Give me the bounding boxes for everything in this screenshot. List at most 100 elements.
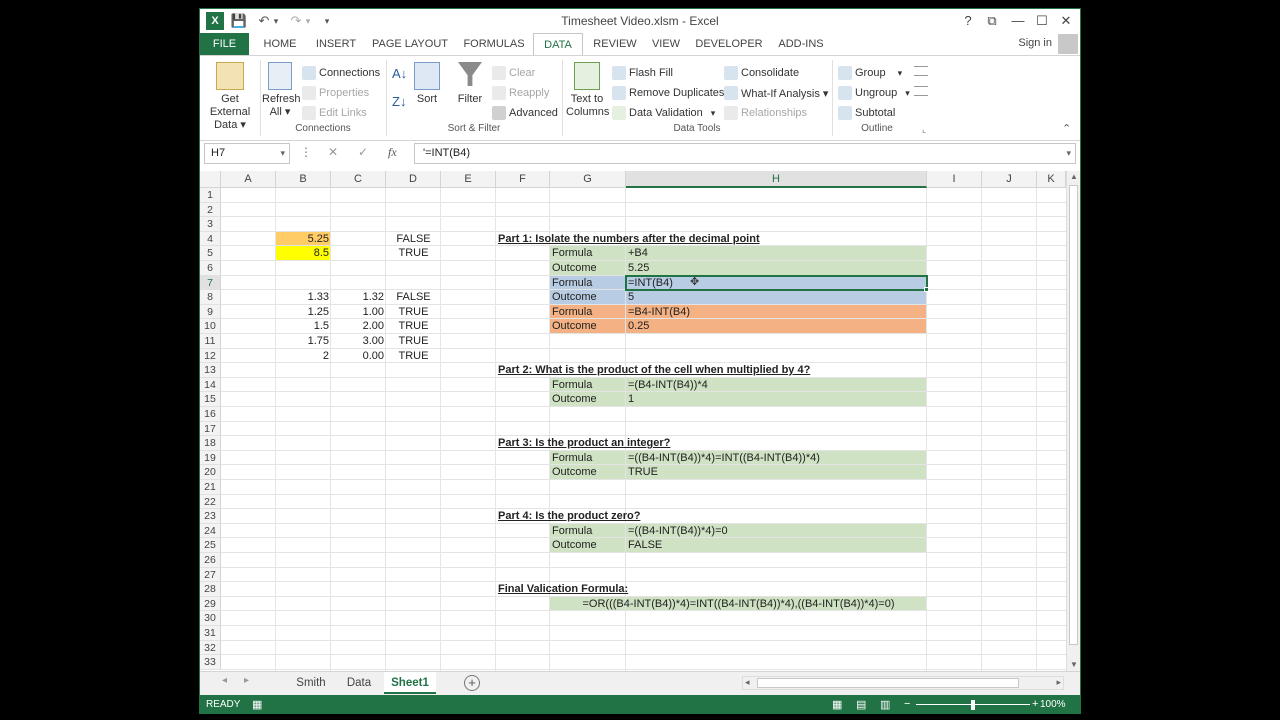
cell-g15[interactable]: Outcome bbox=[550, 392, 626, 407]
macro-recording-icon[interactable]: ▦ bbox=[252, 698, 262, 711]
cell-b11[interactable]: 1.75 bbox=[276, 334, 331, 349]
clear-button[interactable]: Clear bbox=[492, 66, 535, 80]
insert-function-icon[interactable]: fx bbox=[388, 145, 397, 160]
tab-data[interactable]: DATA bbox=[533, 33, 583, 55]
row-header-24[interactable]: 24 bbox=[200, 523, 221, 539]
row-header-10[interactable]: 10 bbox=[200, 319, 221, 334]
column-header-h[interactable]: H bbox=[626, 171, 927, 188]
sheet-tab-data[interactable]: Data bbox=[338, 672, 380, 694]
cell-g19[interactable]: Formula bbox=[550, 451, 626, 466]
row-header-1[interactable]: 1 bbox=[200, 188, 221, 203]
cell-g24[interactable]: Formula bbox=[550, 524, 626, 539]
zoom-out-icon[interactable]: − bbox=[904, 698, 910, 710]
scroll-left-icon[interactable]: ◂ bbox=[745, 677, 750, 688]
tab-page-layout[interactable]: PAGE LAYOUT bbox=[370, 33, 450, 55]
row-header-14[interactable]: 14 bbox=[200, 377, 221, 393]
cancel-icon[interactable]: ✕ bbox=[328, 145, 338, 159]
ribbon-display-options-icon[interactable]: ⧉ bbox=[980, 11, 1004, 31]
collapse-ribbon-icon[interactable]: ⌃ bbox=[1062, 122, 1071, 135]
relationships-button[interactable]: Relationships bbox=[724, 106, 807, 120]
cell-f23[interactable]: Part 4: Is the product zero? bbox=[496, 509, 926, 524]
connections-button[interactable]: Connections bbox=[302, 66, 380, 80]
cell-g8[interactable]: Outcome bbox=[550, 290, 626, 305]
sheet-tab-sheet1[interactable]: Sheet1 bbox=[384, 672, 436, 694]
row-header-12[interactable]: 12 bbox=[200, 348, 221, 364]
close-button[interactable]: ✕ bbox=[1054, 11, 1078, 31]
row-header-27[interactable]: 27 bbox=[200, 567, 221, 583]
cell-d9[interactable]: TRUE bbox=[386, 305, 441, 320]
sheet-tab-smith[interactable]: Smith bbox=[288, 672, 334, 694]
sort-za-icon[interactable]: Z↓ bbox=[392, 94, 406, 109]
cell-h24[interactable]: =((B4-INT(B4))*4)=0 bbox=[626, 524, 927, 539]
row-header-23[interactable]: 23 bbox=[200, 509, 221, 524]
add-sheet-button[interactable]: + bbox=[464, 675, 480, 691]
tab-review[interactable]: REVIEW bbox=[590, 33, 640, 55]
advanced-button[interactable]: Advanced bbox=[492, 106, 558, 120]
hide-detail-icon[interactable] bbox=[914, 86, 928, 96]
cell-c10[interactable]: 2.00 bbox=[331, 319, 386, 334]
row-header-17[interactable]: 17 bbox=[200, 421, 221, 437]
cell-d12[interactable]: TRUE bbox=[386, 349, 441, 364]
properties-button[interactable]: Properties bbox=[302, 86, 369, 100]
row-header-3[interactable]: 3 bbox=[200, 217, 221, 232]
row-header-20[interactable]: 20 bbox=[200, 465, 221, 480]
sign-in-link[interactable]: Sign in bbox=[1018, 37, 1052, 49]
cell-d10[interactable]: TRUE bbox=[386, 319, 441, 334]
cell-c8[interactable]: 1.32 bbox=[331, 290, 386, 305]
cell-c11[interactable]: 3.00 bbox=[331, 334, 386, 349]
reapply-button[interactable]: Reapply bbox=[492, 86, 549, 100]
filter-button[interactable]: Filter bbox=[454, 62, 486, 106]
column-header-i[interactable]: I bbox=[927, 171, 982, 188]
row-header-26[interactable]: 26 bbox=[200, 553, 221, 568]
row-header-28[interactable]: 28 bbox=[200, 582, 221, 597]
cell-h10[interactable]: 0.25 bbox=[626, 319, 927, 334]
column-header-d[interactable]: D bbox=[386, 171, 441, 188]
subtotal-button[interactable]: Subtotal bbox=[838, 106, 895, 120]
row-header-33[interactable]: 33 bbox=[200, 655, 221, 670]
cell-h9[interactable]: =B4-INT(B4) bbox=[626, 305, 927, 320]
page-layout-view-icon[interactable]: ▤ bbox=[856, 698, 866, 711]
cell-h15[interactable]: 1 bbox=[626, 392, 927, 407]
minimize-button[interactable]: — bbox=[1006, 11, 1030, 31]
next-sheet-icon[interactable]: ▸ bbox=[244, 675, 249, 686]
column-header-f[interactable]: F bbox=[496, 171, 550, 188]
zoom-in-icon[interactable]: + bbox=[1032, 698, 1038, 710]
text-to-columns-button[interactable]: Text to Columns bbox=[566, 62, 609, 119]
formula-input[interactable]: '=INT(B4) ▾ bbox=[414, 143, 1076, 164]
show-detail-icon[interactable] bbox=[914, 66, 928, 76]
column-header-e[interactable]: E bbox=[441, 171, 496, 188]
remove-duplicates-button[interactable]: Remove Duplicates bbox=[612, 86, 724, 100]
cell-h19[interactable]: =((B4-INT(B4))*4)=INT((B4-INT(B4))*4) bbox=[626, 451, 927, 466]
enter-icon[interactable]: ✓ bbox=[358, 145, 368, 159]
scroll-down-icon[interactable]: ▼ bbox=[1067, 659, 1080, 671]
help-button[interactable]: ? bbox=[956, 11, 980, 31]
row-header-15[interactable]: 15 bbox=[200, 392, 221, 407]
row-header-16[interactable]: 16 bbox=[200, 407, 221, 422]
maximize-button[interactable]: ☐ bbox=[1030, 11, 1054, 31]
cell-f28[interactable]: Final Valication Formula: bbox=[496, 582, 926, 597]
column-header-b[interactable]: B bbox=[276, 171, 331, 188]
row-header-31[interactable]: 31 bbox=[200, 626, 221, 641]
tab-home[interactable]: HOME bbox=[258, 33, 302, 55]
cell-g7[interactable]: Formula bbox=[550, 276, 626, 291]
cell-b12[interactable]: 2 bbox=[276, 349, 331, 364]
row-header-11[interactable]: 11 bbox=[200, 334, 221, 349]
column-header-c[interactable]: C bbox=[331, 171, 386, 188]
group-button[interactable]: Group ▾ bbox=[838, 66, 902, 80]
tab-file[interactable]: FILE bbox=[200, 33, 249, 55]
tab-insert[interactable]: INSERT bbox=[312, 33, 360, 55]
cell-b8[interactable]: 1.33 bbox=[276, 290, 331, 305]
cell-h7[interactable]: =INT(B4) bbox=[626, 276, 927, 291]
fill-handle[interactable] bbox=[924, 287, 929, 293]
row-header-30[interactable]: 30 bbox=[200, 611, 221, 626]
row-header-9[interactable]: 9 bbox=[200, 304, 221, 320]
cell-h14[interactable]: =(B4-INT(B4))*4 bbox=[626, 378, 927, 393]
data-validation-button[interactable]: Data Validation ▾ bbox=[612, 106, 715, 120]
cell-h6[interactable]: 5.25 bbox=[626, 261, 927, 276]
cell-b4[interactable]: 5.25 bbox=[276, 232, 331, 247]
more-options-icon[interactable]: ⋮ bbox=[300, 145, 312, 159]
column-header-k[interactable]: K bbox=[1037, 171, 1066, 188]
cell-f18[interactable]: Part 3: Is the product an integer? bbox=[496, 436, 926, 451]
get-external-data-button[interactable]: Get External Data ▾ bbox=[202, 62, 258, 132]
flash-fill-button[interactable]: Flash Fill bbox=[612, 66, 673, 80]
